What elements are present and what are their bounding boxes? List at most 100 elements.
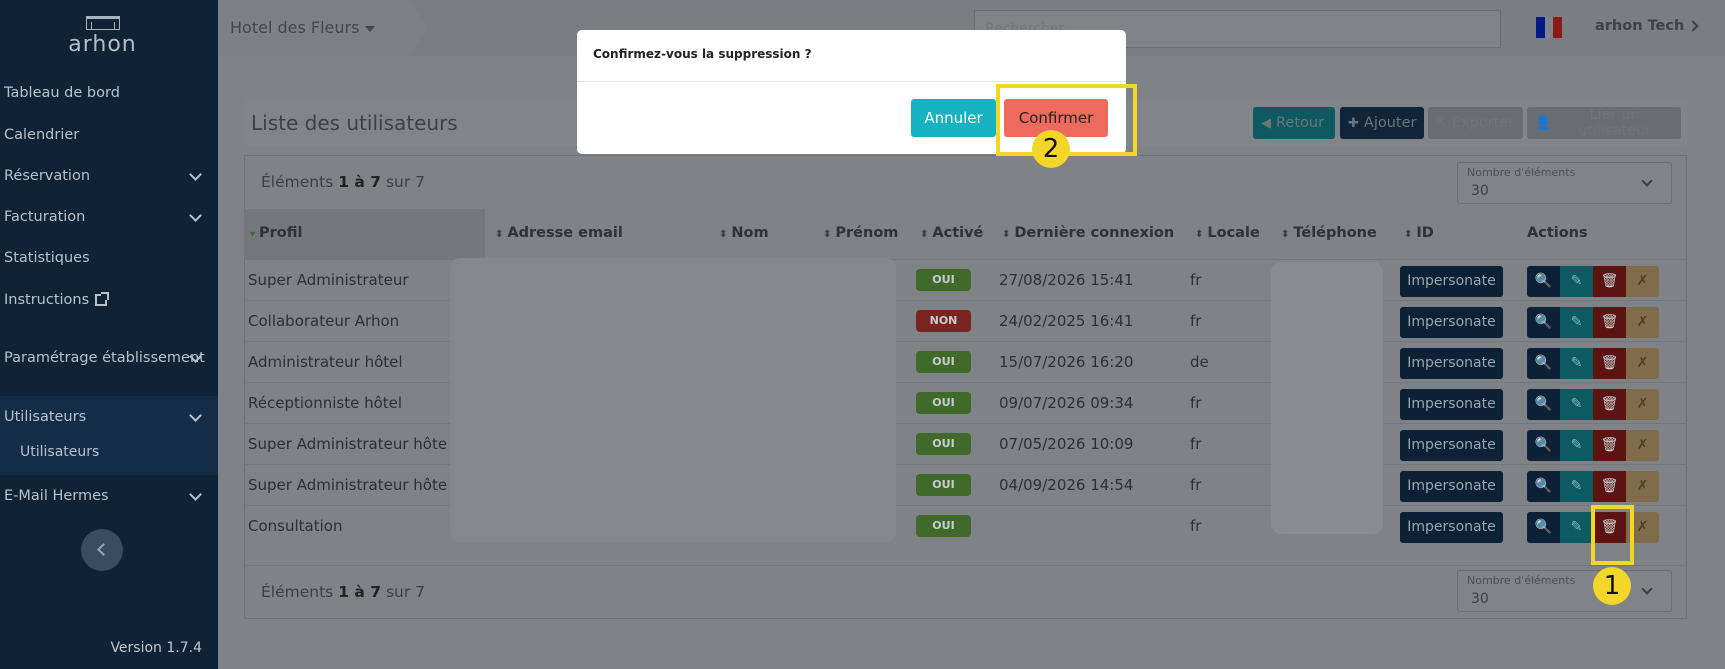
view-button[interactable]: 🔍 [1527,511,1560,543]
view-button[interactable]: 🔍 [1527,347,1560,379]
sidebar-item-facturation[interactable]: Facturation [0,197,218,237]
column-header-id[interactable]: ⬍ ID [1404,225,1434,241]
view-button[interactable]: 🔍 [1527,470,1560,502]
sidebar-item-parametrage[interactable]: Paramétrage établissement [0,338,218,378]
edit-button[interactable]: ✎ [1560,265,1593,297]
column-header-nom[interactable]: ⬍ Nom [719,225,769,241]
hotel-selector[interactable]: Hotel des Fleurs [218,0,428,56]
back-button[interactable]: ◀ Retour [1253,107,1335,139]
impersonate-button[interactable]: Impersonate [1400,388,1503,420]
sidebar-item-email-hermes[interactable]: E-Mail Hermes [0,476,218,516]
cell-profil: Administrateur hôtel [248,352,403,371]
trash-icon: 🗑 [1600,273,1619,289]
unlink-button[interactable]: ✗ [1626,429,1659,461]
french-flag-icon[interactable] [1536,17,1563,38]
link-user-button[interactable]: 👤 Lier un utilisateur [1527,107,1681,139]
edit-button[interactable]: ✎ [1560,388,1593,420]
view-button[interactable]: 🔍 [1527,429,1560,461]
add-button[interactable]: ✚ Ajouter [1340,107,1424,139]
impersonate-button[interactable]: Impersonate [1400,511,1503,543]
column-header-label: Profil [259,225,303,241]
sidebar-item-instructions[interactable]: Instructions [0,280,218,320]
status-badge: OUI [916,268,971,291]
sort-icon: ⬍ [1281,229,1290,240]
chevron-down-icon [1641,583,1653,595]
delete-button[interactable]: 🗑 [1593,429,1626,461]
edit-button[interactable]: ✎ [1560,429,1593,461]
sidebar-subitem-utilisateurs[interactable]: Utilisateurs [20,444,99,460]
column-header-last-login[interactable]: ⬍ Dernière connexion [1002,225,1174,241]
chevron-down-icon [189,209,202,222]
column-header-prenom[interactable]: ⬍ Prénom [823,225,898,241]
column-header-active[interactable]: ⬍ Activé [920,225,983,241]
sidebar-item-tableau-de-bord[interactable]: Tableau de bord [0,73,218,113]
page-size-select-top[interactable]: Nombre d'éléments 30 [1457,162,1672,204]
export-icon: ⇱ [1436,115,1447,131]
edit-icon: ✎ [1570,519,1583,535]
column-header-label: Dernière connexion [1014,225,1175,241]
sidebar-item-reservation[interactable]: Réservation [0,156,218,196]
delete-button[interactable]: 🗑 [1593,470,1626,502]
arhon-logo[interactable]: arhon [0,16,205,57]
delete-button[interactable]: 🗑 [1593,265,1626,297]
unlink-button[interactable]: ✗ [1626,265,1659,297]
unlink-button[interactable]: ✗ [1626,306,1659,338]
highlight-delete [1591,505,1634,565]
chevron-down-icon [189,168,202,181]
status-badge: OUI [916,350,971,373]
view-button[interactable]: 🔍 [1527,388,1560,420]
sidebar-item-label: Paramétrage établissement [4,350,205,366]
cell-locale: fr [1190,393,1202,412]
redacted-area [1271,262,1383,534]
column-header-email[interactable]: ⬍ Adresse email [495,225,623,241]
view-button[interactable]: 🔍 [1527,265,1560,297]
version-label: Version 1.7.4 [110,640,202,656]
edit-button[interactable]: ✎ [1560,347,1593,379]
unlink-icon: ✗ [1636,355,1649,371]
trash-icon: 🗑 [1600,314,1619,330]
user-plus-icon: 👤 [1535,115,1552,131]
edit-button[interactable]: ✎ [1560,470,1593,502]
unlink-button[interactable]: ✗ [1626,470,1659,502]
delete-button[interactable]: 🗑 [1593,347,1626,379]
cancel-button[interactable]: Annuler [911,99,996,137]
view-button[interactable]: 🔍 [1527,306,1560,338]
export-button[interactable]: ⇱ Exporter [1428,107,1523,139]
column-header-label: Téléphone [1293,225,1377,241]
link-user-button-label: Lier un utilisateur [1578,107,1652,139]
column-header-telephone[interactable]: ⬍ Téléphone [1281,225,1377,241]
impersonate-button[interactable]: Impersonate [1400,347,1503,379]
impersonate-button[interactable]: Impersonate [1400,470,1503,502]
impersonate-button[interactable]: Impersonate [1400,306,1503,338]
sort-icon: ⬍ [920,229,929,240]
sidebar-item-utilisateurs[interactable]: Utilisateurs [0,397,218,437]
impersonate-button[interactable]: Impersonate [1400,265,1503,297]
cell-last-login: 07/05/2026 10:09 [999,434,1134,453]
search-icon: 🔍 [1534,396,1553,412]
edit-button[interactable]: ✎ [1560,511,1593,543]
sidebar-item-statistiques[interactable]: Statistiques [0,238,218,278]
hotel-selector-label: Hotel des Fleurs [230,18,376,37]
delete-button[interactable]: 🗑 [1593,306,1626,338]
unlink-icon: ✗ [1636,396,1649,412]
sort-icon: ⬍ [1195,229,1204,240]
column-header-locale[interactable]: ⬍ Locale [1195,225,1260,241]
user-menu[interactable]: arhon Tech [1595,18,1684,34]
column-header-label: ID [1416,225,1434,241]
collapse-sidebar-button[interactable] [81,529,123,571]
sidebar-item-calendrier[interactable]: Calendrier [0,115,218,155]
impersonate-button[interactable]: Impersonate [1400,429,1503,461]
edit-button[interactable]: ✎ [1560,306,1593,338]
trash-icon: 🗑 [1600,437,1619,453]
sidebar-item-label: Instructions [4,292,90,308]
chevron-down-icon [189,409,202,422]
column-header-profil[interactable]: ▾ Profil [250,225,303,241]
external-link-icon [95,292,110,306]
unlink-button[interactable]: ✗ [1626,388,1659,420]
chevron-right-icon[interactable] [1687,20,1699,32]
unlink-button[interactable]: ✗ [1626,347,1659,379]
cell-last-login: 15/07/2026 16:20 [999,352,1134,371]
delete-button[interactable]: 🗑 [1593,388,1626,420]
page-size-select-bottom[interactable]: Nombre d'éléments 30 [1457,570,1672,612]
search-icon: 🔍 [1534,478,1553,494]
